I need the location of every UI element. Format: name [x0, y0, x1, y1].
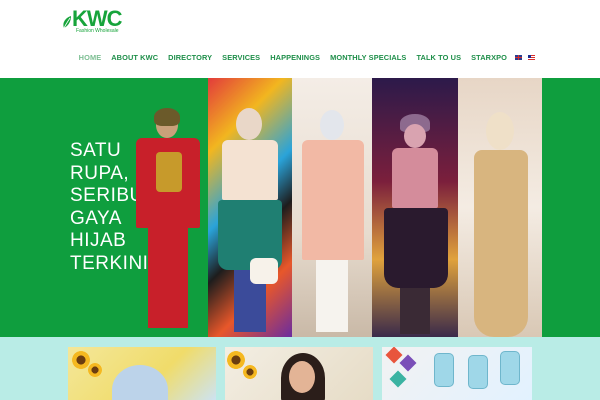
- nav-starxpo[interactable]: STARXPO: [466, 53, 512, 62]
- model-figure-gold-gown: [466, 112, 536, 337]
- malaysia-flag-icon[interactable]: [528, 55, 535, 60]
- model-figure-teal-skirt: [212, 108, 288, 337]
- nav-directory[interactable]: DIRECTORY: [163, 53, 217, 62]
- nav-monthly-specials[interactable]: MONTHLY SPECIALS: [325, 53, 411, 62]
- page: KWC Fashion Wholesale HOME ABOUT KWC DIR…: [0, 0, 600, 400]
- nav-services[interactable]: SERVICES: [217, 53, 265, 62]
- promo-card-2[interactable]: [225, 347, 373, 400]
- nav-home[interactable]: HOME: [74, 53, 107, 62]
- site-header: KWC Fashion Wholesale HOME ABOUT KWC DIR…: [0, 0, 600, 78]
- main-navigation: HOME ABOUT KWC DIRECTORY SERVICES HAPPEN…: [74, 53, 538, 62]
- model-figure-red-outfit: [128, 108, 208, 337]
- hero-panel-green: [542, 78, 600, 337]
- bottle-icon: [468, 355, 488, 389]
- nav-happenings[interactable]: HAPPENINGS: [265, 53, 325, 62]
- sunflower-icon: [88, 363, 102, 377]
- sunflower-icon: [243, 365, 257, 379]
- nav-about-kwc[interactable]: ABOUT KWC: [106, 53, 163, 62]
- triangle-pattern-icon: [399, 354, 417, 372]
- promo-card-3[interactable]: [382, 347, 532, 400]
- model-figure-peach-coat: [298, 110, 368, 337]
- bottle-icon: [500, 351, 520, 385]
- logo-tagline: Fashion Wholesale: [76, 28, 119, 34]
- uk-flag-icon[interactable]: [515, 55, 522, 60]
- nav-talk-to-us[interactable]: TALK TO US: [411, 53, 466, 62]
- promo-card-1[interactable]: [68, 347, 216, 400]
- hero-banner[interactable]: SATU RUPA, SERIBU GAYA HIJAB TERKINI.: [0, 78, 600, 337]
- kwc-logo[interactable]: KWC Fashion Wholesale: [62, 6, 123, 36]
- model-face: [289, 361, 315, 393]
- bottle-icon: [434, 353, 454, 387]
- sunflower-icon: [227, 351, 245, 369]
- model-figure-pleated-skirt: [378, 114, 454, 337]
- promo-section: [0, 337, 600, 400]
- leaf-icon: [63, 16, 71, 29]
- sunflower-icon: [72, 351, 90, 369]
- model-photo: [112, 365, 168, 400]
- triangle-pattern-icon: [389, 370, 407, 388]
